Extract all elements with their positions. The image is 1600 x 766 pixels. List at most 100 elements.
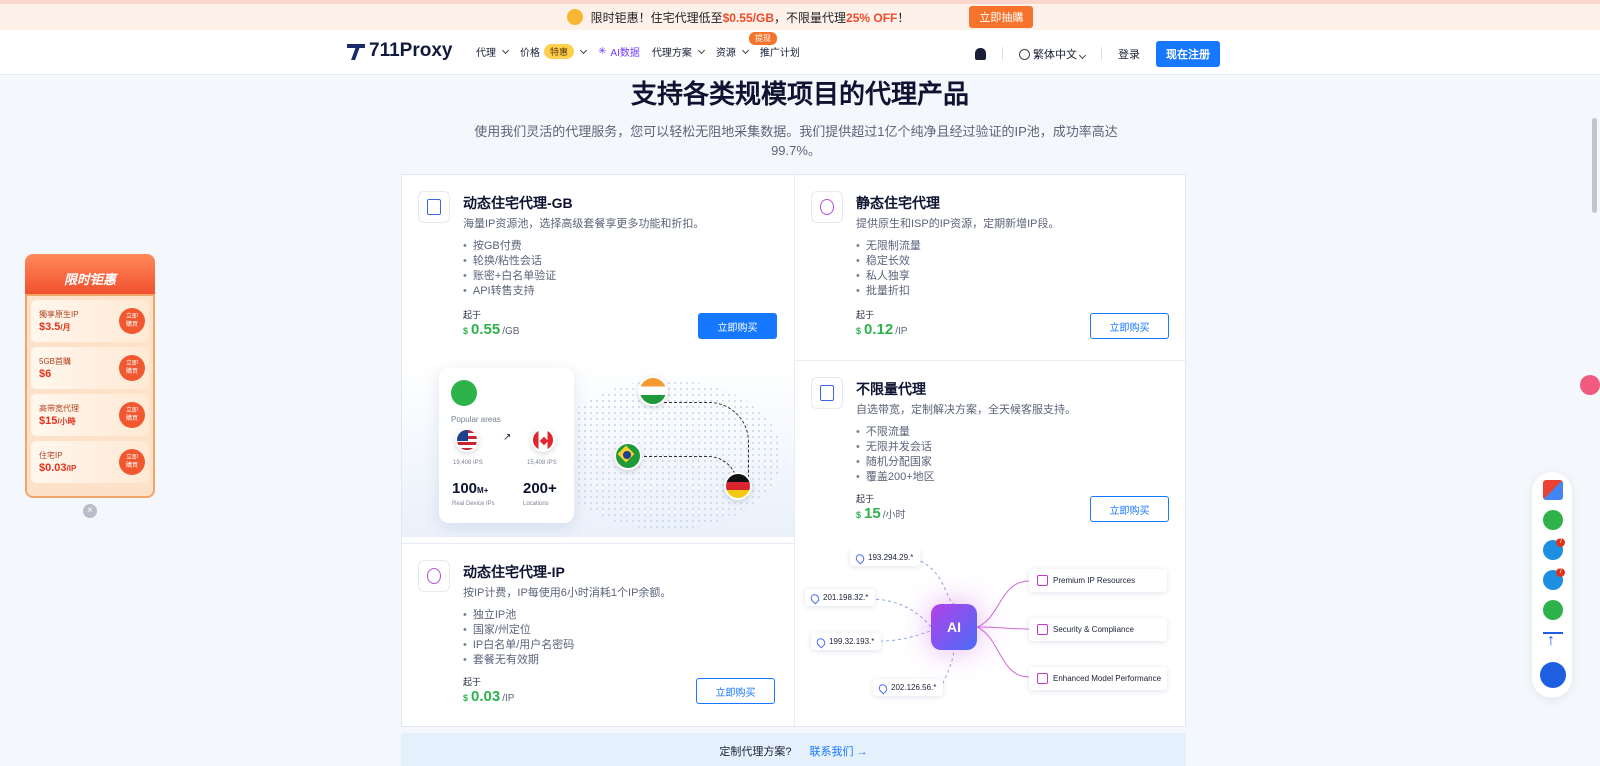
card-title: 动态住宅代理-IP xyxy=(463,564,565,580)
feature-list: 独立IP池 国家/州定位 IP白名单/用户名密码 套餐无有效期 xyxy=(463,608,574,668)
buy-button[interactable]: 立即购买 xyxy=(1090,313,1169,339)
card-desc: 自选带宽，定制解决方案，全天候客服支持。 xyxy=(856,404,1076,416)
product-grid: 动态住宅代理-GB 海量IP资源池，选择高级套餐享更多功能和折扣。 按GB付费 … xyxy=(401,174,1187,728)
ip-count: 15,408 IPS xyxy=(527,460,557,466)
popular-areas-label: Popular areas xyxy=(451,415,501,424)
promo-text: 限时钜惠！住宅代理低至$0.55/GB，不限量代理25% OFF！ xyxy=(590,10,910,25)
nav-item-solutions[interactable]: 代理方案 xyxy=(652,44,705,59)
nav-item-affiliate[interactable]: 推广计划 xyxy=(760,44,800,59)
list-item: 独立IP池 xyxy=(463,608,574,623)
buy-now-button[interactable]: 立即 購買 xyxy=(119,449,145,475)
canada-flag-icon xyxy=(531,428,555,452)
divider xyxy=(1101,47,1102,61)
notification-badge: 7 xyxy=(1556,538,1565,547)
popular-areas-illustration: Popular areas ↗ 19,408 IPS 15,408 IPS 10… xyxy=(402,360,794,537)
buy-button[interactable]: 立即购买 xyxy=(696,678,775,704)
feature-tag: Security & Compliance xyxy=(1029,618,1167,641)
list-item: 按GB付费 xyxy=(463,239,556,254)
route-arrow-icon: ↗ xyxy=(503,432,512,443)
offer-item[interactable]: 住宅IP $0.03/IP 立即 購買 xyxy=(31,441,149,483)
feature-list: 无限制流量 稳定长效 私人独享 批量折扣 xyxy=(856,239,921,299)
list-item: API转售支持 xyxy=(463,284,556,299)
chevron-down-icon xyxy=(1078,51,1087,60)
page-scrollbar[interactable] xyxy=(1592,118,1597,213)
buy-now-button[interactable]: 立即 購買 xyxy=(119,308,145,334)
ip-tag: 199.32.193.* xyxy=(811,633,882,650)
list-item: 不限流量 xyxy=(856,425,935,440)
chatbot-icon[interactable] xyxy=(1540,662,1566,688)
gift-icon xyxy=(566,9,583,25)
page-title: 支持各类规模项目的代理产品 xyxy=(630,79,969,109)
ip-tag: 193.294.29.* xyxy=(850,549,921,566)
top-nav: 711Proxy 代理 价格 特惠 ✳ AI数据 代理方案 资源 推广计划 提现 繁… xyxy=(0,30,1600,75)
gmail-icon[interactable] xyxy=(1543,480,1563,500)
buy-button[interactable]: 立即购买 xyxy=(1090,496,1169,522)
nav-right: 繁体中文 登录 现在注册 xyxy=(975,41,1220,67)
buy-now-button[interactable]: 立即 購買 xyxy=(119,355,145,381)
brand-logo[interactable]: 711Proxy xyxy=(347,40,452,62)
card-dynamic-gb: 动态住宅代理-GB 海量IP资源池，选择高级套餐享更多功能和折扣。 按GB付费 … xyxy=(402,175,794,360)
notification-bell-icon[interactable] xyxy=(975,48,986,60)
offer-item[interactable]: 獨享原生IP $3.5/月 立即 購買 xyxy=(31,300,149,342)
card-title: 动态住宅代理-GB xyxy=(463,195,573,211)
buy-now-button[interactable]: 立即 購買 xyxy=(119,402,145,428)
whatsapp-icon[interactable] xyxy=(1543,600,1563,620)
notification-badge: 7 xyxy=(1556,568,1565,577)
promo-banner: 限时钜惠！住宅代理低至$0.55/GB，不限量代理25% OFF！ 立即抽購 xyxy=(0,0,1600,30)
list-item: 套餐无有效期 xyxy=(463,653,574,668)
divider xyxy=(1002,47,1003,61)
promo-button[interactable]: 立即抽購 xyxy=(969,6,1034,28)
feature-tag: Enhanced Model Performance xyxy=(1029,667,1167,690)
price: $0.12/IP xyxy=(856,321,908,338)
ai-chip-icon: AI xyxy=(931,604,977,650)
price-from-label: 起于 xyxy=(463,677,482,687)
nav-item-ai-data[interactable]: ✳ AI数据 xyxy=(598,44,640,59)
stat-label: Locations xyxy=(523,501,549,507)
document-icon xyxy=(418,191,450,223)
card-desc: 按IP计费，IP每使用6小时消耗1个IP余额。 xyxy=(463,587,672,599)
stat-label: Real Device IPs xyxy=(452,501,495,507)
feature-list: 按GB付费 轮换/粘性会话 账密+白名单验证 API转售支持 xyxy=(463,239,556,299)
list-item: 无限制流量 xyxy=(856,239,921,254)
back-to-top-icon[interactable] xyxy=(1543,632,1563,652)
offer-item[interactable]: 高带宽代理 $15/小時 立即 購買 xyxy=(31,394,149,436)
card-dynamic-ip: 动态住宅代理-IP 按IP计费，IP每使用6小时消耗1个IP余额。 独立IP池 … xyxy=(402,544,794,728)
list-item: 私人独享 xyxy=(856,269,921,284)
list-item: 账密+白名单验证 xyxy=(463,269,556,284)
list-item: 国家/州定位 xyxy=(463,623,574,638)
wechat-icon[interactable] xyxy=(1543,510,1563,530)
nav-item-pricing[interactable]: 价格 特惠 xyxy=(520,44,588,59)
brand-name: 711Proxy xyxy=(369,40,453,61)
card-title: 不限量代理 xyxy=(856,381,926,397)
affiliate-tag: 提现 xyxy=(749,32,777,45)
monitor-icon xyxy=(811,377,843,409)
stat-devices: 100M+ xyxy=(452,480,489,497)
logo-mark-icon xyxy=(347,42,365,60)
main-menu: 代理 价格 特惠 ✳ AI数据 代理方案 资源 推广计划 xyxy=(476,44,800,59)
price: $0.03/IP xyxy=(463,688,515,705)
arrow-right-icon: → xyxy=(856,746,868,758)
card-title: 静态住宅代理 xyxy=(856,195,940,211)
offer-item[interactable]: 5GB首購 $6 立即 購買 xyxy=(31,347,149,389)
brazil-flag-icon xyxy=(614,442,642,470)
ip-tag: 202.126.56.* xyxy=(873,679,944,696)
register-button[interactable]: 现在注册 xyxy=(1156,41,1220,67)
list-item: 随机分配国家 xyxy=(856,455,935,470)
fingerprint-icon xyxy=(811,191,843,223)
buy-button[interactable]: 立即购买 xyxy=(698,313,777,339)
us-flag-icon xyxy=(455,428,479,452)
side-widget-icon[interactable] xyxy=(1580,375,1600,395)
sparkle-icon: ✳ xyxy=(598,46,607,57)
contact-us-link[interactable]: 联系我们 → xyxy=(810,743,868,759)
popular-areas-card: Popular areas ↗ 19,408 IPS 15,408 IPS 10… xyxy=(439,368,574,523)
chevron-down-icon xyxy=(501,46,510,54)
nav-item-resources[interactable]: 资源 xyxy=(716,44,749,59)
nav-item-proxy[interactable]: 代理 xyxy=(476,44,510,59)
language-selector[interactable]: 繁体中文 xyxy=(1019,46,1087,62)
close-icon[interactable]: × xyxy=(83,504,97,518)
feature-tag: Premium IP Resources xyxy=(1029,569,1167,592)
ip-tag: 201.198.32.* xyxy=(805,589,876,606)
hot-badge: 特惠 xyxy=(544,44,575,59)
login-link[interactable]: 登录 xyxy=(1118,46,1140,62)
custom-proxy-banner: 定制代理方案? 联系我们 → xyxy=(401,733,1186,766)
